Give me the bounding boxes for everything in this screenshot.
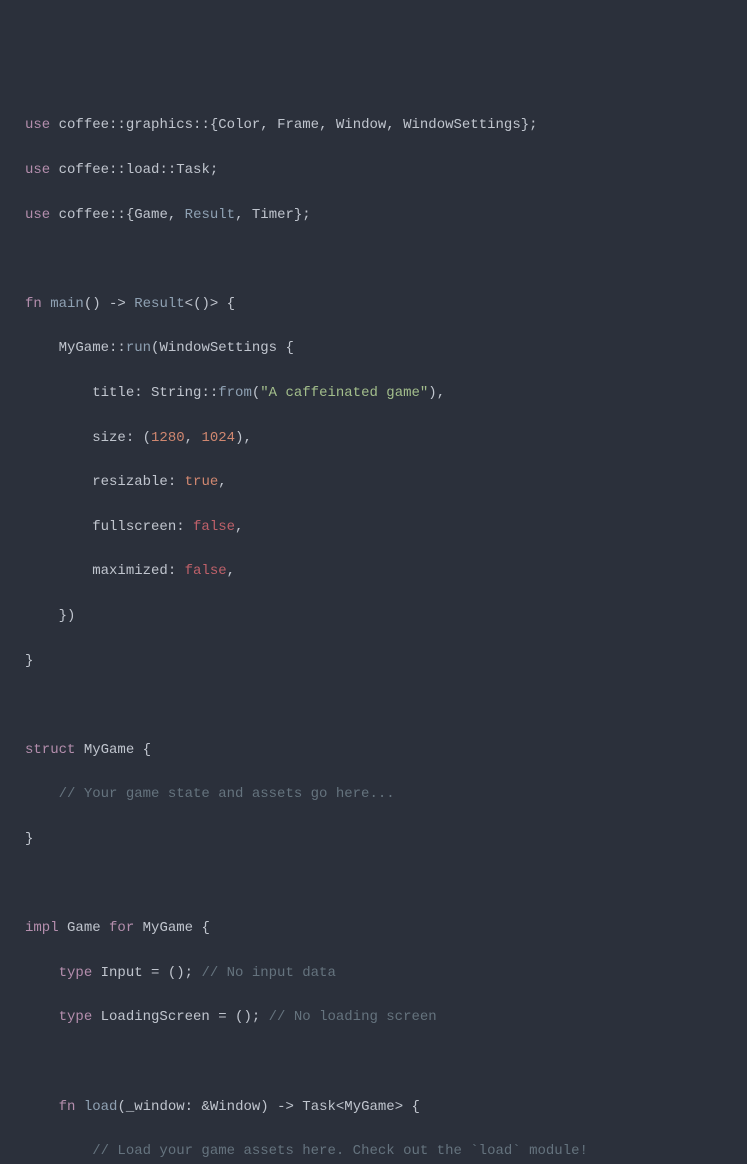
code-line: use coffee::graphics::{Color, Frame, Win… [0, 114, 747, 136]
punct: }; [521, 117, 538, 133]
function-call: from [218, 385, 252, 401]
keyword-for: for [109, 920, 134, 936]
punct: (WindowSettings { [151, 340, 294, 356]
function-call: run [126, 340, 151, 356]
type-name: Game, [134, 207, 184, 223]
number-literal: 1024 [201, 430, 235, 446]
punct: } [25, 653, 33, 669]
keyword-fn: fn [25, 296, 42, 312]
punct: , [235, 519, 243, 535]
code-line: size: (1280, 1024), [0, 427, 747, 449]
comment: // Load your game assets here. Check out… [92, 1143, 588, 1159]
punct: () -> [84, 296, 134, 312]
bool-literal: false [193, 519, 235, 535]
punct: <()> { [185, 296, 235, 312]
code-line: } [0, 828, 747, 850]
comment: // No loading screen [269, 1009, 437, 1025]
type-name: Window [210, 1099, 260, 1115]
code-line: fullscreen: false, [0, 516, 747, 538]
keyword-use: use [25, 117, 50, 133]
indent [25, 786, 59, 802]
number-literal: 1280 [151, 430, 185, 446]
module-path: coffee::{ [59, 207, 135, 223]
identifier: MyGame:: [25, 340, 126, 356]
blank-line [0, 694, 747, 716]
type-name: Game [59, 920, 109, 936]
keyword-struct: struct [25, 742, 75, 758]
field-label: size: ( [25, 430, 151, 446]
code-line: MyGame::run(WindowSettings { [0, 337, 747, 359]
indent [25, 965, 59, 981]
type-name: MyGame { [134, 920, 210, 936]
code-line: type LoadingScreen = (); // No loading s… [0, 1006, 747, 1028]
function-name: main [50, 296, 84, 312]
field-label: title: [25, 385, 151, 401]
punct: ) -> Task<MyGame> { [260, 1099, 420, 1115]
type-alias: LoadingScreen = (); [92, 1009, 268, 1025]
indent [25, 1143, 92, 1159]
type-result: Result [134, 296, 184, 312]
string-literal: "A caffeinated game" [260, 385, 428, 401]
punct: , [227, 563, 235, 579]
type-alias: Input = (); [92, 965, 201, 981]
code-line: // Load your game assets here. Check out… [0, 1140, 747, 1162]
keyword-use: use [25, 162, 50, 178]
field-label: maximized: [25, 563, 185, 579]
field-label: resizable: [25, 474, 185, 490]
ampersand: & [201, 1099, 209, 1115]
punct: ), [428, 385, 445, 401]
blank-line [0, 248, 747, 270]
indent [25, 1099, 59, 1115]
code-line: struct MyGame { [0, 739, 747, 761]
type-name: MyGame { [75, 742, 151, 758]
type-path: String:: [151, 385, 218, 401]
code-line: type Input = (); // No input data [0, 962, 747, 984]
code-line: }) [0, 605, 747, 627]
type-name: , Timer [235, 207, 294, 223]
type-name: Task [176, 162, 210, 178]
punct: }; [294, 207, 311, 223]
code-line: // Your game state and assets go here... [0, 783, 747, 805]
punct: }) [25, 608, 75, 624]
keyword-type: type [59, 1009, 93, 1025]
punct: , [218, 474, 226, 490]
code-line: impl Game for MyGame { [0, 917, 747, 939]
code-line: resizable: true, [0, 471, 747, 493]
module-path: coffee::load:: [59, 162, 177, 178]
code-line: fn load(_window: &Window) -> Task<MyGame… [0, 1096, 747, 1118]
comment: // No input data [201, 965, 335, 981]
comment: // Your game state and assets go here... [59, 786, 395, 802]
field-label: fullscreen: [25, 519, 193, 535]
code-line: use coffee::load::Task; [0, 159, 747, 181]
code-line: maximized: false, [0, 560, 747, 582]
bool-literal: false [185, 563, 227, 579]
punct: (_window: [117, 1099, 201, 1115]
code-line: fn main() -> Result<()> { [0, 293, 747, 315]
type-result: Result [185, 207, 235, 223]
type-list: Color, Frame, Window, WindowSettings [218, 117, 520, 133]
function-name: load [75, 1099, 117, 1115]
punct: ( [252, 385, 260, 401]
keyword-use: use [25, 207, 50, 223]
module-path: coffee::graphics::{ [59, 117, 219, 133]
punct: ; [210, 162, 218, 178]
keyword-fn: fn [59, 1099, 76, 1115]
code-block: use coffee::graphics::{Color, Frame, Win… [0, 92, 747, 1164]
bool-literal: true [185, 474, 219, 490]
indent [25, 1009, 59, 1025]
keyword-impl: impl [25, 920, 59, 936]
punct: ), [235, 430, 252, 446]
punct: } [25, 831, 33, 847]
code-line: use coffee::{Game, Result, Timer}; [0, 204, 747, 226]
code-line: title: String::from("A caffeinated game"… [0, 382, 747, 404]
blank-line [0, 873, 747, 895]
keyword-type: type [59, 965, 93, 981]
code-line: } [0, 650, 747, 672]
punct: , [185, 430, 202, 446]
blank-line [0, 1051, 747, 1073]
